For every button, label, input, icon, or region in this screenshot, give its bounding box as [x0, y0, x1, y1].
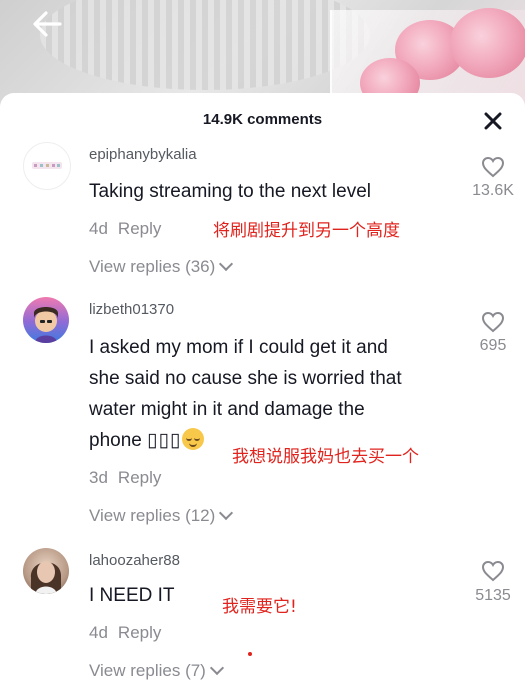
back-button[interactable] — [30, 6, 70, 42]
unrendered-emoji-boxes: ▯▯▯ — [147, 430, 182, 451]
comment-username[interactable]: lizbeth01370 — [89, 301, 174, 318]
heart-outline-icon — [481, 560, 505, 582]
translation-annotation: 我需要它! — [222, 597, 297, 617]
reply-button[interactable]: Reply — [118, 468, 161, 487]
avatar-cartoon — [34, 307, 58, 343]
like-button[interactable] — [470, 560, 516, 582]
comment-meta: 4d Reply — [89, 219, 171, 239]
like-count: 13.6K — [472, 182, 514, 199]
view-replies-label: View replies (12) — [89, 506, 216, 525]
close-icon — [484, 112, 502, 130]
view-replies-label: View replies (36) — [89, 257, 216, 276]
comment-age: 3d — [89, 468, 108, 487]
chevron-down-icon — [219, 505, 234, 521]
like-count: 695 — [479, 337, 507, 354]
comment-meta: 3d Reply — [89, 468, 171, 488]
comment-username[interactable]: epiphanybykalia — [89, 146, 197, 163]
view-replies-button[interactable]: View replies (7) — [89, 660, 224, 681]
reply-button[interactable]: Reply — [118, 623, 161, 642]
comment-text-line: I asked my mom if I could get it and — [89, 337, 388, 358]
close-button[interactable] — [483, 111, 503, 131]
comment-count: 14.9K comments — [202, 111, 323, 128]
comment-age: 4d — [89, 623, 108, 642]
avatar-photo — [30, 561, 62, 594]
rose-flower — [450, 8, 525, 78]
reply-button[interactable]: Reply — [118, 219, 161, 238]
like-button[interactable] — [470, 311, 516, 333]
view-replies-button[interactable]: View replies (36) — [89, 256, 234, 277]
translation-annotation: 将刷剧提升到另一个高度 — [213, 221, 400, 241]
arrow-left-icon — [33, 11, 62, 37]
avatar[interactable] — [23, 142, 71, 190]
comment-text-line: water might in it and damage the — [89, 399, 365, 420]
comment-username[interactable]: lahoozaher88 — [89, 552, 180, 569]
relieved-face-emoji — [181, 427, 204, 450]
red-dot-mark — [248, 652, 252, 656]
avatar[interactable] — [23, 548, 69, 594]
heart-outline-icon — [481, 311, 505, 333]
comment-age: 4d — [89, 219, 108, 238]
chevron-down-icon — [219, 256, 234, 272]
comment-text: I asked my mom if I could get it and she… — [89, 332, 459, 456]
like-count: 5135 — [475, 587, 511, 604]
heart-outline-icon — [481, 156, 505, 178]
like-button[interactable] — [470, 156, 516, 178]
translation-annotation: 我想说服我妈也去买一个 — [232, 447, 419, 467]
comment-text: Taking streaming to the next level — [89, 181, 371, 202]
chevron-down-icon — [209, 660, 224, 676]
knit-texture — [40, 0, 370, 90]
avatar-logo — [32, 162, 62, 169]
view-replies-label: View replies (7) — [89, 661, 206, 680]
avatar[interactable] — [23, 297, 69, 343]
comment-meta: 4d Reply — [89, 623, 171, 643]
view-replies-button[interactable]: View replies (12) — [89, 505, 234, 526]
comment-text-line: she said no cause she is worried that — [89, 368, 402, 389]
